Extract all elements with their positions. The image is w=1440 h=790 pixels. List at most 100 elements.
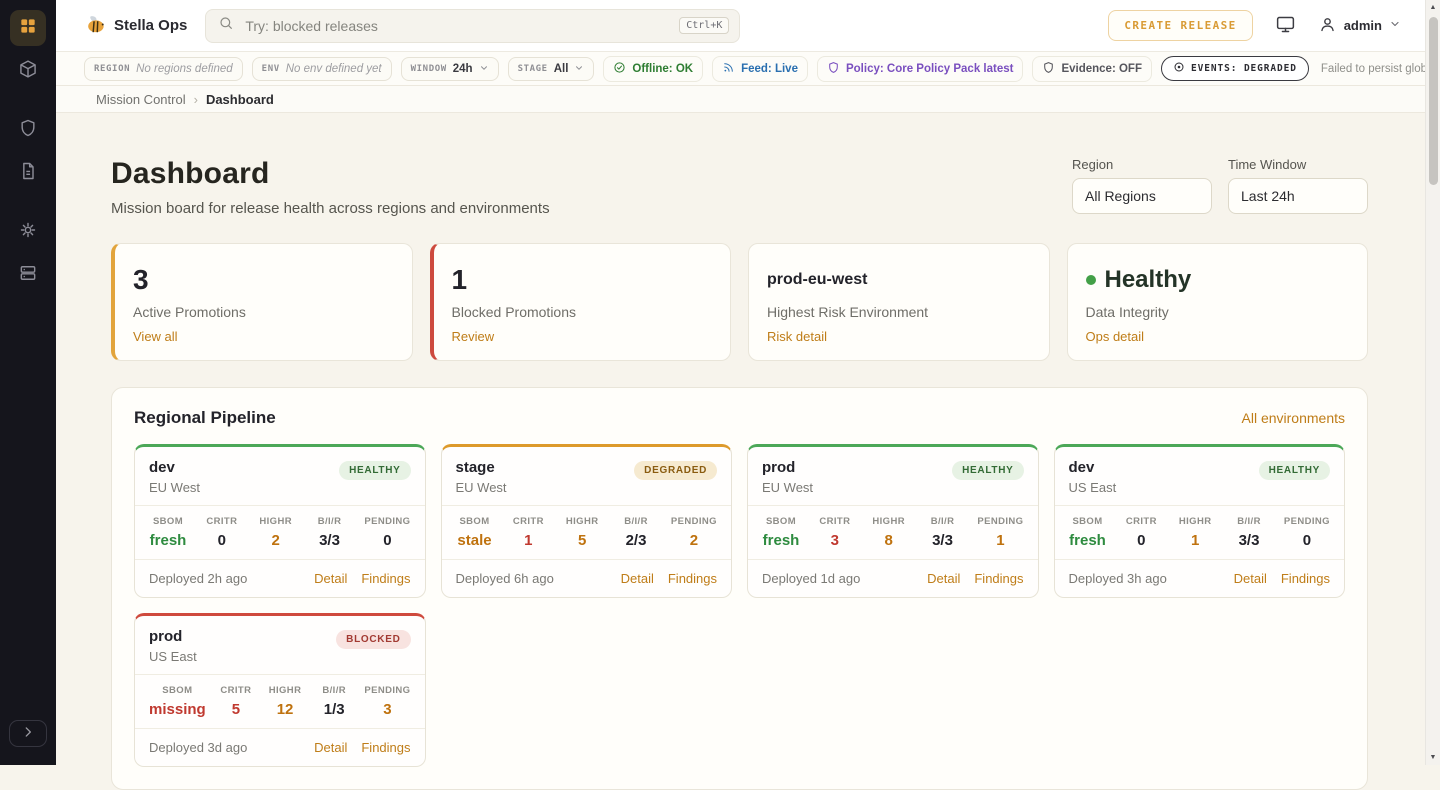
policy-status: Policy: Core Policy Pack latest — [817, 56, 1023, 82]
metric-label: B/I/R — [617, 516, 655, 527]
context-warning-text: Failed to persist global context prefere… — [1321, 63, 1440, 75]
findings-link[interactable]: Findings — [361, 740, 410, 755]
metric-critr: CRITR3 — [816, 516, 854, 549]
metric-critr: CRITR1 — [509, 516, 547, 549]
metric-pending: PENDING0 — [364, 516, 410, 549]
events-badge-text: EVENTS: DEGRADED — [1191, 63, 1297, 74]
sidebar-item-dashboard[interactable] — [10, 10, 46, 46]
findings-link[interactable]: Findings — [361, 571, 410, 586]
breadcrumb-mission-control[interactable]: Mission Control — [96, 92, 186, 107]
metric-critr: CRITR0 — [1122, 516, 1160, 549]
stage-filter-chip[interactable]: STAGE All — [508, 57, 595, 81]
sidebar-item-releases[interactable] — [10, 53, 46, 89]
deployed-time: Deployed 2h ago — [149, 571, 247, 586]
global-search[interactable]: Ctrl+K — [205, 9, 740, 43]
env-filter-chip[interactable]: ENV No env defined yet — [252, 57, 392, 81]
detail-link[interactable]: Detail — [314, 571, 347, 586]
sidebar-item-settings[interactable] — [10, 214, 46, 250]
metric-label: PENDING — [1284, 516, 1330, 527]
stat-card-data-integrity: Healthy Data Integrity Ops detail — [1067, 243, 1369, 361]
metric-pending: PENDING 0 — [1284, 516, 1330, 549]
scroll-down-arrow[interactable]: ▼ — [1426, 750, 1440, 765]
sidebar-expand-button[interactable] — [9, 720, 47, 747]
sidebar-item-infrastructure[interactable] — [10, 257, 46, 293]
environment-name: prod — [762, 459, 813, 476]
user-menu[interactable]: admin — [1318, 15, 1401, 37]
metric-sbom: SBOMstale — [456, 516, 494, 549]
search-input[interactable] — [243, 17, 670, 35]
file-icon — [18, 161, 38, 186]
pipeline-card: devUS EastHEALTHYSBOMfreshCRITR0HIGHR1B/… — [1054, 444, 1346, 598]
regional-pipeline-panel: Regional Pipeline All environments devEU… — [111, 387, 1368, 790]
metric-critr: CRITR0 — [203, 516, 241, 549]
detail-link[interactable]: Detail — [1234, 571, 1267, 586]
health-dot-icon — [1086, 275, 1096, 285]
metric-value: stale — [456, 532, 494, 549]
metric-pending: PENDING2 — [671, 516, 717, 549]
events-degraded-badge[interactable]: EVENTS: DEGRADED — [1161, 56, 1309, 81]
card-links: Detail Findings — [1234, 571, 1330, 586]
monitor-icon — [1275, 14, 1296, 38]
time-window-filter: Time Window Last 24h — [1228, 157, 1368, 214]
all-environments-link[interactable]: All environments — [1242, 410, 1346, 426]
pipeline-card-header: devEU WestHEALTHY — [135, 447, 425, 505]
metric-bir: B/I/R3/3 — [1230, 516, 1268, 549]
view-all-link[interactable]: View all — [133, 329, 178, 344]
metric-value: 0 — [1284, 532, 1330, 549]
metric-value: 1 — [509, 532, 547, 549]
vertical-scrollbar[interactable]: ▲ ▼ — [1425, 0, 1440, 765]
brand-logo[interactable]: Stella Ops — [84, 14, 187, 38]
time-window-select[interactable]: Last 24h — [1228, 178, 1368, 214]
chip-value: No regions defined — [136, 63, 233, 75]
findings-link[interactable]: Findings — [1281, 571, 1330, 586]
window-filter-chip[interactable]: WINDOW 24h — [401, 57, 499, 81]
status-badge: HEALTHY — [952, 461, 1023, 480]
shield-icon — [1042, 61, 1055, 77]
package-icon — [18, 59, 38, 84]
review-link[interactable]: Review — [452, 329, 495, 344]
metric-label: SBOM — [1069, 516, 1107, 527]
metric-label: CRITR — [816, 516, 854, 527]
detail-link[interactable]: Detail — [927, 571, 960, 586]
sidebar-item-documents[interactable] — [10, 155, 46, 191]
metrics-row: SBOMfreshCRITR0HIGHR2B/I/R3/3PENDING0 — [135, 505, 425, 559]
findings-link[interactable]: Findings — [668, 571, 717, 586]
region-filter-chip[interactable]: REGION No regions defined — [84, 57, 243, 81]
metric-highr: HIGHR8 — [870, 516, 908, 549]
brand-name: Stella Ops — [114, 17, 187, 34]
sidebar-item-security[interactable] — [10, 112, 46, 148]
findings-link[interactable]: Findings — [974, 571, 1023, 586]
stat-value: Healthy — [1086, 258, 1350, 302]
chip-label: REGION — [94, 64, 130, 74]
detail-link[interactable]: Detail — [314, 740, 347, 755]
header-actions: CREATE RELEASE admin — [1108, 10, 1401, 41]
metric-value: 3 — [364, 701, 410, 718]
scrollbar-thumb[interactable] — [1429, 17, 1438, 185]
pipeline-card-header: prodEU WestHEALTHY — [748, 447, 1038, 505]
metric-value: 12 — [266, 701, 304, 718]
detail-link[interactable]: Detail — [621, 571, 654, 586]
hornet-logo-icon — [84, 14, 106, 38]
metric-label: HIGHR — [870, 516, 908, 527]
region-select[interactable]: All Regions — [1072, 178, 1212, 214]
ops-detail-link[interactable]: Ops detail — [1086, 329, 1145, 344]
create-release-button[interactable]: CREATE RELEASE — [1108, 10, 1252, 41]
metric-label: CRITR — [217, 685, 255, 696]
risk-detail-link[interactable]: Risk detail — [767, 329, 827, 344]
environment-region: EU West — [456, 480, 507, 495]
status-badge: HEALTHY — [339, 461, 410, 480]
pipeline-card-footer: Deployed 1d agoDetailFindings — [748, 559, 1038, 597]
deployed-time: Deployed 3h ago — [1069, 571, 1167, 586]
scroll-up-arrow[interactable]: ▲ — [1426, 0, 1440, 15]
environment-title-block: devUS East — [1069, 459, 1117, 495]
metric-critr: CRITR5 — [217, 685, 255, 718]
status-text: Offline: OK — [632, 63, 693, 75]
metric-bir: B/I/R2/3 — [617, 516, 655, 549]
chip-value: No env defined yet — [286, 63, 382, 75]
dashboard-grid-icon — [18, 16, 38, 41]
page-content: Dashboard Mission board for release heal… — [56, 113, 1425, 790]
context-bar: REGION No regions defined ENV No env def… — [56, 52, 1425, 86]
page-title: Dashboard — [111, 157, 550, 191]
environment-title-block: prodUS East — [149, 628, 197, 664]
display-mode-button[interactable] — [1275, 14, 1296, 38]
